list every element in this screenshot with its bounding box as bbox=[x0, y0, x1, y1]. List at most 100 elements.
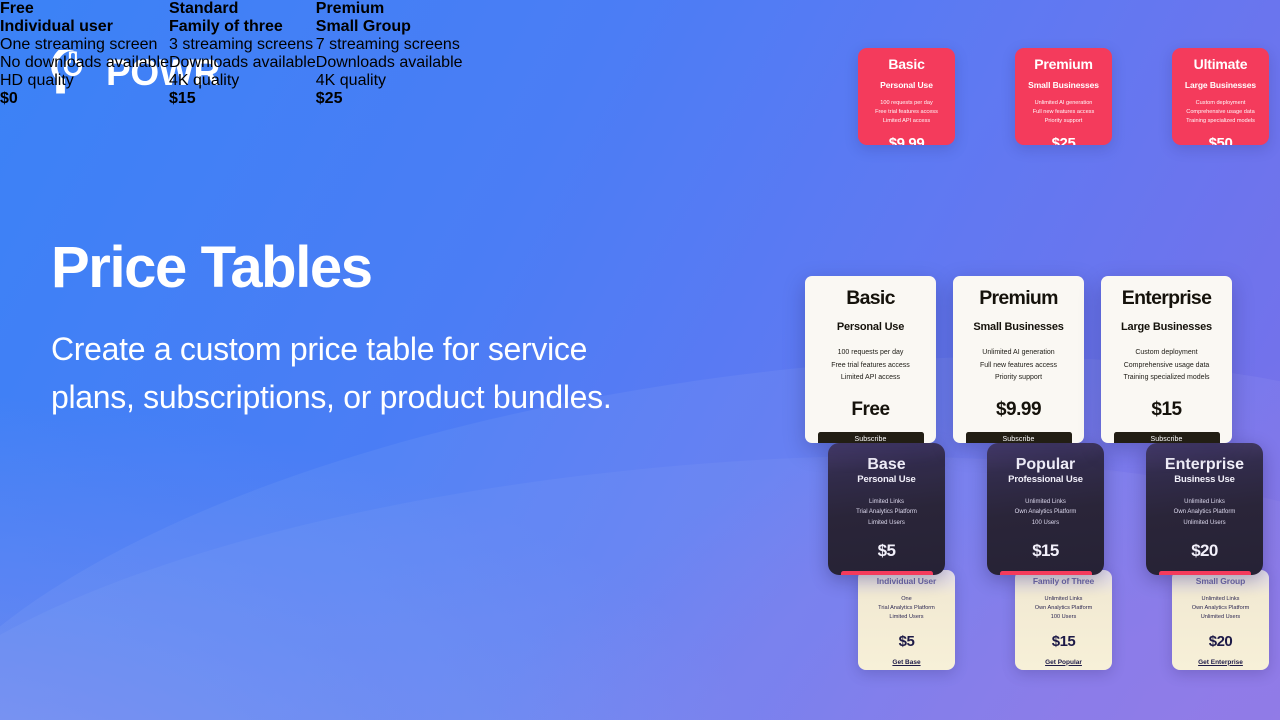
price-card-cta-link[interactable]: Get Enterprise bbox=[1198, 659, 1243, 666]
price-card-feature: HD quality bbox=[0, 72, 74, 89]
price-card-feature: Limited API access bbox=[840, 374, 901, 382]
price-card-price: $15 bbox=[1032, 540, 1059, 560]
price-card-title: Premium bbox=[315, 0, 385, 17]
price-card-feature: One bbox=[901, 596, 912, 602]
price-card-subtitle: Large Businesses bbox=[1121, 321, 1212, 334]
price-card-feature: Unlimited AI generation bbox=[1034, 100, 1093, 107]
price-card-subtitle: Individual User bbox=[876, 576, 937, 586]
price-card-title: Premium bbox=[979, 287, 1058, 309]
price-card-feature: Priority support bbox=[1044, 118, 1083, 125]
price-card-title: Ultimate bbox=[1193, 56, 1248, 72]
price-table-gallery: Basic Personal Use 100 requests per day Fre… bbox=[0, 0, 1280, 720]
price-card-feature: Unlimited Links bbox=[1044, 596, 1083, 602]
price-card-feature-list: Unlimited Links Own Analytics Platform Unl… bbox=[1177, 595, 1264, 623]
price-card-title: Base bbox=[867, 456, 906, 473]
price-card-feature: Custom deployment bbox=[1195, 100, 1246, 107]
price-card-price: $25 bbox=[1051, 134, 1076, 145]
price-card[interactable]: Base Personal Use Limited Links Trial Analy… bbox=[828, 443, 945, 575]
price-card-feature: Full new features access bbox=[1032, 109, 1095, 116]
price-card-feature: Unlimited Links bbox=[1184, 499, 1225, 505]
price-card-title: Basic bbox=[846, 287, 895, 309]
price-card-feature-list: Unlimited AI generation Full new features… bbox=[961, 347, 1076, 384]
price-table-row-dark: Base Personal Use Limited Links Trial Analy… bbox=[828, 443, 1263, 575]
price-card[interactable]: Free Individual user One streaming screen N… bbox=[0, 0, 169, 108]
price-card-price: $9.99 bbox=[888, 134, 925, 145]
price-card-feature: Unlimited Users bbox=[1183, 519, 1226, 526]
price-card-feature-list: One streaming screen No downloads availab… bbox=[0, 36, 169, 90]
price-card-feature: Full new features access bbox=[979, 361, 1058, 369]
price-card-price: $25 bbox=[315, 90, 343, 107]
price-card-feature: 3 streaming screens bbox=[169, 36, 314, 53]
price-card[interactable]: Basic Personal Use 100 requests per day Fre… bbox=[858, 48, 955, 145]
price-card-cta-link[interactable]: Get Base bbox=[892, 659, 920, 666]
price-table-row-lavender: Free Individual user One streaming screen N… bbox=[0, 0, 463, 108]
price-card-title: Standard bbox=[169, 0, 239, 17]
price-card-feature: Trial Analytics Platform bbox=[856, 509, 917, 516]
price-card-subtitle: Large Businesses bbox=[1184, 80, 1257, 91]
price-card-feature: Own Analytics Platform bbox=[1034, 605, 1093, 612]
price-card-feature: Unlimited Links bbox=[1201, 596, 1240, 602]
price-table-row-red: Basic Personal Use 100 requests per day Fre… bbox=[858, 48, 1269, 145]
price-card[interactable]: Small Group Unlimited Links Own Analytics … bbox=[1172, 570, 1269, 670]
price-card[interactable]: Premium Small Group 7 streaming screens Dow… bbox=[316, 0, 463, 108]
price-card-title: Popular bbox=[1015, 456, 1076, 473]
price-card-subtitle: Professional Use bbox=[1008, 474, 1083, 485]
price-card-feature: Priority support bbox=[994, 374, 1043, 382]
price-card-feature-list: 7 streaming screens Downloads available 4K… bbox=[316, 36, 463, 90]
price-card-title: Premium bbox=[1034, 56, 1093, 72]
price-card-feature: Limited API access bbox=[882, 118, 931, 125]
price-card-feature: Downloads available bbox=[169, 54, 316, 71]
price-card-cta-button[interactable]: Subscribe bbox=[965, 431, 1072, 443]
price-card-subtitle: Individual user bbox=[0, 18, 113, 35]
price-card-cta-link[interactable]: Get Popular bbox=[1045, 659, 1082, 666]
price-card-price: $15 bbox=[1051, 632, 1076, 650]
price-card-feature-list: Unlimited AI generation Full new features… bbox=[1021, 99, 1106, 126]
price-card-cta-button[interactable]: Get Popular bbox=[999, 570, 1092, 575]
price-card-cta-button[interactable]: Get Base bbox=[840, 570, 933, 575]
price-card-feature: Own Analytics Platform bbox=[1173, 509, 1236, 516]
price-card-price: Free bbox=[851, 398, 890, 420]
price-card[interactable]: Premium Small Businesses Unlimited AI gene… bbox=[953, 276, 1084, 443]
price-card[interactable]: Individual User One Trial Analytics Platfo… bbox=[858, 570, 955, 670]
price-card-title: Free bbox=[0, 0, 34, 17]
price-card-subtitle: Family of Three bbox=[1032, 576, 1095, 586]
price-card[interactable]: Standard Family of three 3 streaming scree… bbox=[169, 0, 316, 108]
price-card-feature: 100 requests per day bbox=[880, 100, 933, 107]
price-card[interactable]: Enterprise Business Use Unlimited Links Own… bbox=[1146, 443, 1263, 575]
price-card-subtitle: Small Businesses bbox=[973, 321, 1064, 334]
price-card-price: $20 bbox=[1208, 632, 1233, 650]
price-card-price: $20 bbox=[1191, 540, 1218, 560]
price-card-feature: Limited Users bbox=[889, 614, 924, 621]
price-card[interactable]: Family of Three Unlimited Links Own Analyt… bbox=[1015, 570, 1112, 670]
price-card-subtitle: Personal Use bbox=[880, 80, 933, 91]
price-card-cta-button[interactable]: Subscribe bbox=[817, 431, 924, 443]
price-card-price: $15 bbox=[1151, 398, 1182, 420]
price-card-feature: Limited Users bbox=[868, 519, 905, 526]
price-card-feature: Free trial features access bbox=[831, 361, 910, 369]
price-card-cta-button[interactable]: Subscribe bbox=[1113, 431, 1220, 443]
price-card-subtitle: Small Businesses bbox=[1028, 80, 1099, 91]
price-card-feature: Unlimited AI generation bbox=[982, 349, 1055, 357]
price-card-subtitle: Business Use bbox=[1174, 474, 1235, 485]
price-card-feature: No downloads available bbox=[0, 54, 169, 71]
price-card-feature: Free trial features access bbox=[875, 109, 938, 116]
price-card[interactable]: Premium Small Businesses Unlimited AI gene… bbox=[1015, 48, 1112, 145]
price-card[interactable]: Basic Personal Use 100 requests per day Fre… bbox=[805, 276, 936, 443]
price-card-feature-list: Unlimited Links Own Analytics Platform 100… bbox=[994, 497, 1097, 528]
price-card-feature-list: Limited Links Trial Analytics Platform Lim… bbox=[835, 497, 938, 528]
price-card-price: $15 bbox=[169, 90, 196, 107]
price-card-feature: 4K quality bbox=[169, 72, 240, 89]
price-card[interactable]: Popular Professional Use Unlimited Links Ow… bbox=[987, 443, 1104, 575]
price-card-feature-list: 100 requests per day Free trial features … bbox=[813, 347, 928, 384]
price-card-feature: 100 Users bbox=[1050, 614, 1077, 621]
price-card[interactable]: Enterprise Large Businesses Custom deploym… bbox=[1101, 276, 1232, 443]
price-card[interactable]: Ultimate Large Businesses Custom deploymen… bbox=[1172, 48, 1269, 145]
price-card-feature: One streaming screen bbox=[0, 36, 158, 53]
price-card-feature: Comprehensive usage data bbox=[1123, 361, 1210, 369]
price-card-cta-button[interactable]: Get Enterprise bbox=[1158, 570, 1251, 575]
price-card-feature: Training specialized models bbox=[1186, 118, 1255, 125]
price-card-feature: Trial Analytics Platform bbox=[878, 605, 935, 612]
price-card-price: $0 bbox=[0, 90, 18, 107]
price-card-price: $50 bbox=[1208, 134, 1233, 145]
price-card-feature: Unlimited Users bbox=[1200, 614, 1241, 621]
